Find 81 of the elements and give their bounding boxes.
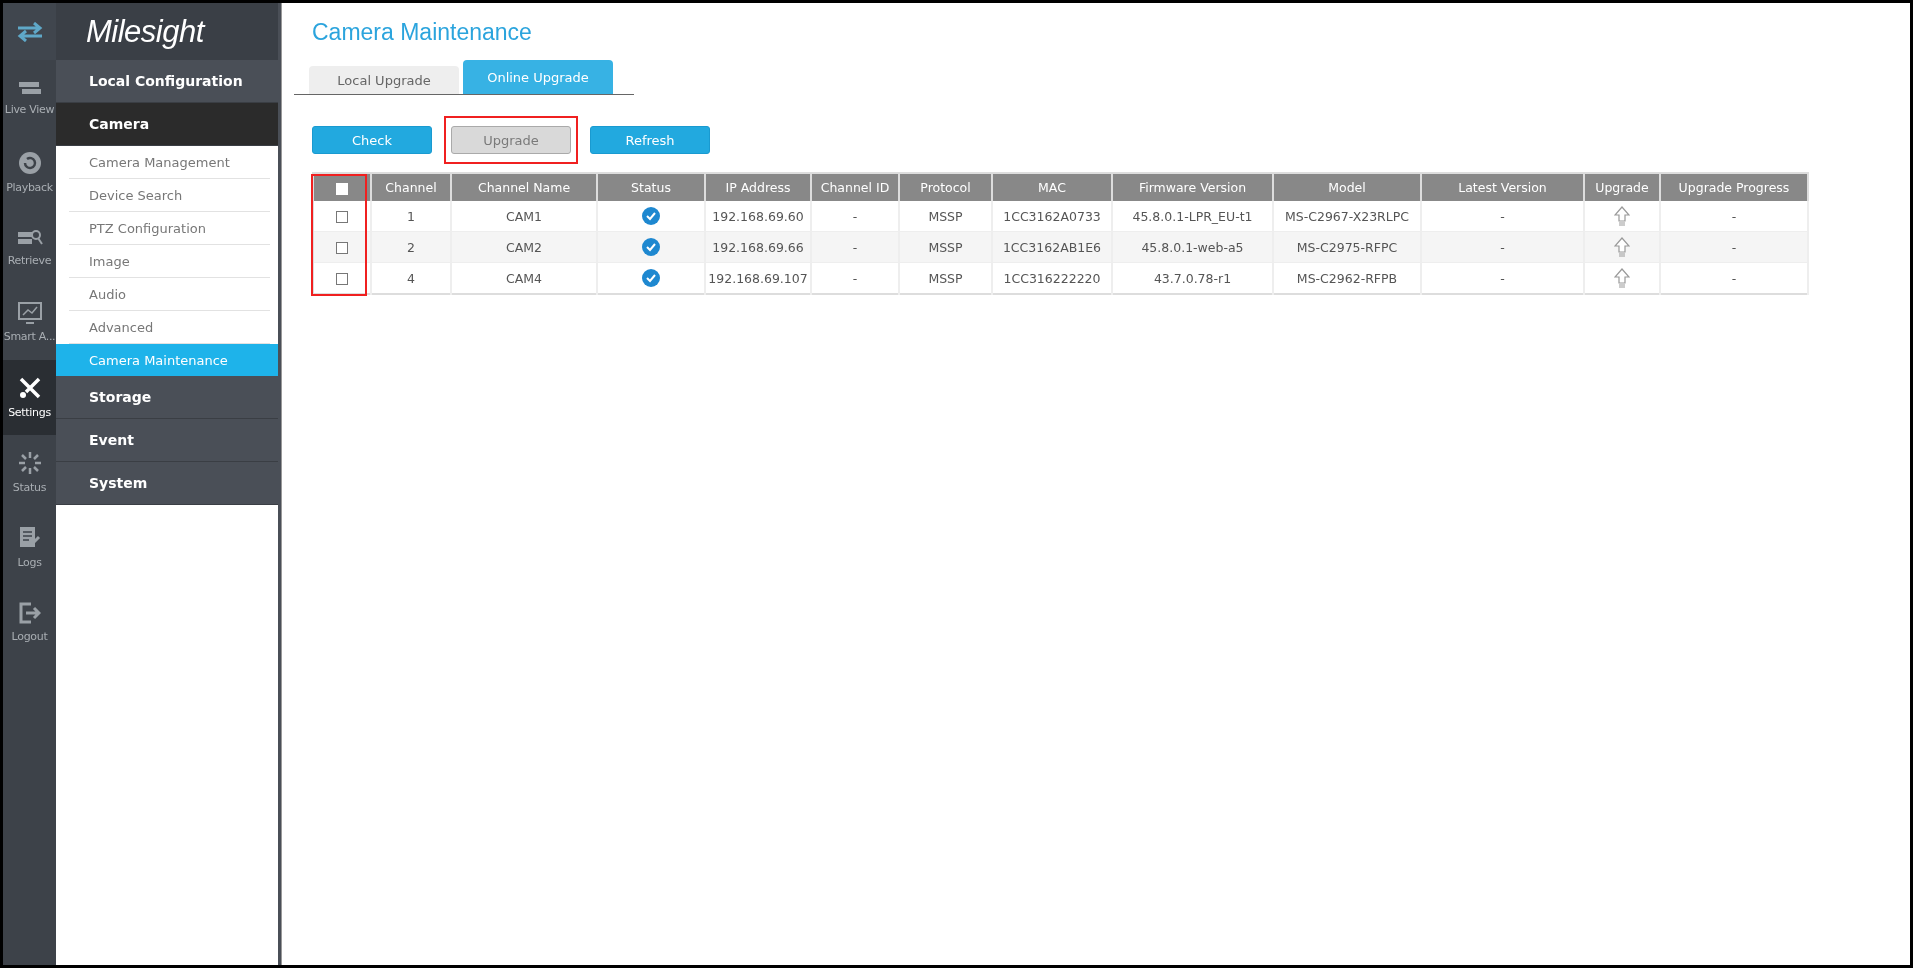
table-cell: -	[1421, 262, 1584, 294]
table-cell: MSSP	[899, 231, 992, 263]
swap-arrows-icon	[15, 21, 44, 42]
column-header: Status	[597, 173, 705, 201]
upload-arrow-icon[interactable]	[1614, 206, 1630, 226]
column-header: Channel ID	[811, 173, 899, 201]
table-cell: -	[811, 231, 899, 263]
settings-icon	[17, 376, 42, 400]
column-header: Upgrade Progress	[1660, 173, 1808, 201]
table-cell: -	[811, 262, 899, 294]
sidebar-item[interactable]: Image	[69, 245, 270, 278]
table-cell: 45.8.0.1-web-a5	[1112, 231, 1273, 263]
chart-monitor-icon	[17, 302, 42, 324]
nav-item[interactable]: Logout	[3, 585, 56, 660]
select-all-checkbox[interactable]	[336, 182, 348, 195]
nav-label: Retrieve	[7, 254, 52, 267]
sidebar-group[interactable]: System	[56, 462, 278, 505]
monitor-stack-icon	[17, 79, 42, 97]
column-header: Model	[1273, 173, 1421, 201]
table-cell: 1CC3162AB1E6	[992, 231, 1112, 263]
nav-label: Playback	[6, 181, 53, 194]
sidebar-group[interactable]: Local Configuration	[56, 60, 278, 103]
row-checkbox[interactable]	[336, 242, 348, 254]
table-cell: 43.7.0.78-r1	[1112, 262, 1273, 294]
table-cell: CAM2	[451, 231, 597, 263]
nav-label: Status	[12, 481, 47, 494]
sidebar-item[interactable]: Device Search	[69, 179, 270, 212]
page-title: Camera Maintenance	[312, 19, 533, 46]
table-cell: 192.168.69.66	[705, 231, 811, 263]
row-checkbox[interactable]	[336, 211, 348, 223]
column-header: Channel	[371, 173, 451, 201]
column-header: MAC	[992, 173, 1112, 201]
nav-label: Settings	[8, 406, 51, 419]
nav-item[interactable]: Smart A...	[3, 285, 56, 360]
table-cell: 192.168.69.107	[705, 262, 811, 294]
column-header: Latest Version	[1421, 173, 1584, 201]
table-cell: MSSP	[899, 262, 992, 294]
replay-icon	[17, 151, 42, 175]
table-cell: 2	[371, 231, 451, 263]
spinner-icon	[17, 451, 42, 475]
nav-label: Logs	[17, 556, 42, 569]
table-cell: -	[1660, 231, 1808, 263]
table-cell: MS-C2975-RFPC	[1273, 231, 1421, 263]
sidebar-item[interactable]: Camera Maintenance	[56, 344, 278, 376]
table-cell: CAM4	[451, 262, 597, 294]
nav-label: Live View	[4, 103, 55, 116]
table-cell: 1CC316222220	[992, 262, 1112, 294]
logout-icon	[18, 602, 41, 624]
sidebar-group[interactable]: Camera	[56, 103, 278, 146]
column-header: Upgrade	[1584, 173, 1660, 201]
sidebar-group[interactable]: Storage	[56, 376, 278, 419]
nav-item[interactable]: Live View	[3, 60, 56, 135]
nav-item[interactable]	[3, 3, 56, 60]
column-header: IP Address	[705, 173, 811, 201]
upload-arrow-icon[interactable]	[1614, 268, 1630, 288]
tab[interactable]: Online Upgrade	[463, 60, 613, 94]
upload-arrow-icon[interactable]	[1614, 237, 1630, 257]
column-header: Channel Name	[451, 173, 597, 201]
sidebar-item[interactable]: Audio	[69, 278, 270, 311]
nav-item[interactable]: Status	[3, 435, 56, 510]
nav-item[interactable]: Settings	[3, 360, 56, 435]
nav-item[interactable]: Retrieve	[3, 210, 56, 285]
tab[interactable]: Local Upgrade	[309, 66, 459, 94]
column-header: Protocol	[899, 173, 992, 201]
sidebar-item[interactable]: PTZ Configuration	[69, 212, 270, 245]
nav-label: Smart A...	[3, 330, 56, 343]
nav-item[interactable]: Logs	[3, 510, 56, 585]
table-cell: 4	[371, 262, 451, 294]
sidebar-item[interactable]: Camera Management	[69, 146, 270, 179]
nav-item[interactable]: Playback	[3, 135, 56, 210]
table-cell: MS-C2962-RFPB	[1273, 262, 1421, 294]
table-cell: -	[1660, 262, 1808, 294]
table-cell: -	[1421, 231, 1584, 263]
action-button[interactable]: Refresh	[590, 126, 710, 154]
action-button[interactable]: Check	[312, 126, 432, 154]
document-pen-icon	[18, 526, 41, 550]
column-header: Firmware Version	[1112, 173, 1273, 201]
sidebar-group[interactable]: Event	[56, 419, 278, 462]
nav-label: Logout	[11, 630, 48, 643]
logo-text: Milesight	[86, 13, 204, 50]
row-checkbox[interactable]	[336, 273, 348, 285]
